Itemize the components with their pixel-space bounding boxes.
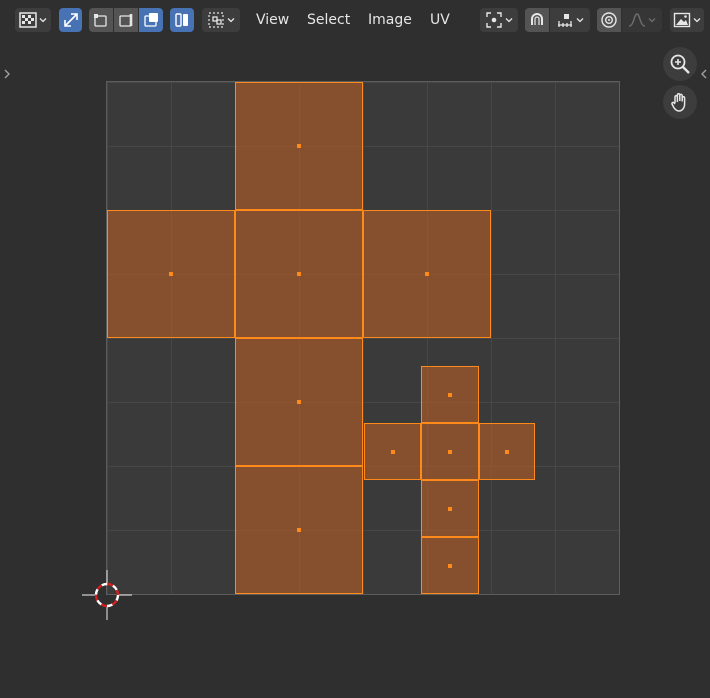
uv-face[interactable] xyxy=(235,338,363,466)
pivot-point-dropdown[interactable] xyxy=(480,8,518,32)
pivot-point-icon xyxy=(486,12,502,28)
uv-face[interactable] xyxy=(107,210,235,338)
face-dot xyxy=(448,506,452,511)
snap-icon xyxy=(531,13,543,25)
uv-grid[interactable] xyxy=(107,82,619,594)
chevron-right-icon xyxy=(4,69,10,79)
proportional-falloff-dropdown[interactable] xyxy=(622,8,662,32)
snap-target-dropdown[interactable] xyxy=(550,8,590,32)
menu-uv[interactable]: UV xyxy=(430,10,450,30)
island-select-icon xyxy=(175,13,188,27)
face-dot xyxy=(297,144,301,148)
select-mode-edge-button[interactable] xyxy=(114,8,138,32)
2d-cursor-icon[interactable] xyxy=(82,570,132,620)
uv-face[interactable] xyxy=(235,466,363,594)
select-mode-face-button[interactable] xyxy=(139,8,163,32)
snap-toggle[interactable] xyxy=(525,8,549,32)
face-dot xyxy=(505,449,509,454)
face-dot xyxy=(425,272,429,276)
proportional-edit-toggle[interactable] xyxy=(597,8,621,32)
menu-select[interactable]: Select xyxy=(307,10,350,30)
select-mode-vertex-button[interactable] xyxy=(89,8,113,32)
sticky-select-icon xyxy=(208,12,224,28)
chevron-down-icon xyxy=(693,18,701,23)
face-dot xyxy=(297,528,301,532)
uv-face[interactable] xyxy=(363,210,491,338)
pan-button[interactable] xyxy=(663,85,697,119)
chevron-down-icon xyxy=(227,18,235,23)
uv-face[interactable] xyxy=(421,480,479,537)
image-icon xyxy=(673,12,691,28)
toolbar-toggle-arrow[interactable] xyxy=(2,66,12,82)
pan-hand-icon xyxy=(671,93,686,112)
uv-face[interactable] xyxy=(421,423,479,480)
sync-selection-icon xyxy=(63,13,78,27)
chevron-down-icon xyxy=(648,18,656,23)
falloff-curve-icon xyxy=(628,13,646,27)
header-toolbar: View Select Image UV xyxy=(0,0,710,40)
menu-view[interactable]: View xyxy=(256,10,289,30)
uv-editor-icon xyxy=(19,12,37,28)
face-dot xyxy=(169,272,173,276)
proportional-edit-icon xyxy=(601,12,617,28)
menu-image[interactable]: Image xyxy=(368,10,412,30)
uv-face[interactable] xyxy=(235,210,363,338)
chevron-down-icon xyxy=(39,18,47,23)
snap-target-icon xyxy=(558,14,572,27)
face-dot xyxy=(448,563,452,568)
chevron-down-icon xyxy=(505,18,513,23)
uv-face[interactable] xyxy=(364,423,421,480)
zoom-icon xyxy=(670,54,690,74)
uv-face[interactable] xyxy=(421,537,479,594)
face-dot xyxy=(448,392,452,397)
sticky-selection-dropdown[interactable] xyxy=(202,8,240,32)
sync-selection-toggle[interactable] xyxy=(59,8,82,32)
uv-face[interactable] xyxy=(421,366,479,423)
face-select-icon xyxy=(144,13,158,27)
select-mode-island-button[interactable] xyxy=(170,8,194,32)
face-dot xyxy=(448,449,452,454)
uv-face[interactable] xyxy=(235,82,363,210)
chevron-down-icon xyxy=(576,18,584,23)
sidebar-toggle-arrow[interactable] xyxy=(699,66,709,82)
chevron-left-icon xyxy=(701,69,707,79)
face-dot xyxy=(297,272,301,276)
uv-face[interactable] xyxy=(479,423,535,480)
vertex-select-icon xyxy=(94,14,107,27)
face-dot xyxy=(390,449,395,454)
zoom-button[interactable] xyxy=(663,47,697,81)
editor-type-dropdown[interactable] xyxy=(15,8,51,32)
image-browse-dropdown[interactable] xyxy=(670,8,704,32)
edge-select-icon xyxy=(119,14,133,27)
face-dot xyxy=(297,400,301,404)
